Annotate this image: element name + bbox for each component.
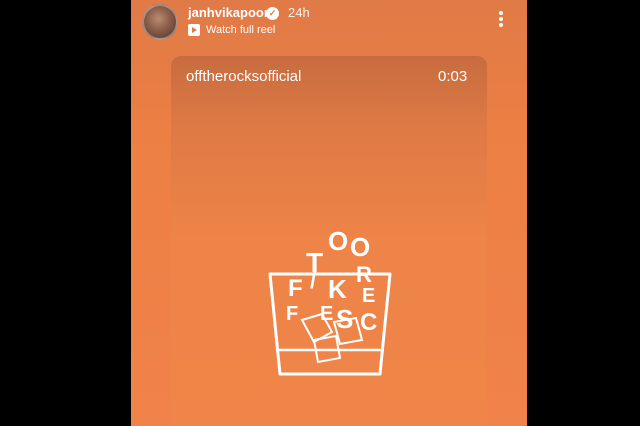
svg-text:E: E bbox=[362, 285, 375, 307]
verified-icon: ✓ bbox=[266, 7, 279, 20]
watch-full-reel-link[interactable]: Watch full reel bbox=[188, 24, 275, 36]
post-time: 24h bbox=[288, 5, 310, 20]
svg-text:F: F bbox=[286, 303, 298, 325]
svg-text:E: E bbox=[320, 303, 333, 325]
more-options-icon[interactable] bbox=[495, 10, 507, 30]
svg-text:K: K bbox=[328, 274, 347, 304]
svg-text:O: O bbox=[328, 226, 348, 256]
play-icon bbox=[188, 24, 200, 36]
svg-text:S: S bbox=[336, 304, 353, 334]
glass-logo-icon: T O O F / K R E F E S C bbox=[268, 226, 392, 376]
svg-text:R: R bbox=[356, 262, 372, 287]
svg-text:O: O bbox=[350, 232, 370, 262]
reel-account-name: offtherocksofficial bbox=[186, 68, 302, 85]
svg-text:C: C bbox=[360, 309, 377, 336]
watch-full-reel-label: Watch full reel bbox=[206, 24, 276, 36]
svg-text:F: F bbox=[288, 275, 303, 302]
avatar[interactable] bbox=[142, 4, 178, 40]
reel-timestamp: 0:03 bbox=[438, 68, 468, 85]
username[interactable]: janhvikapoor bbox=[188, 5, 269, 20]
svg-text:/: / bbox=[310, 268, 316, 293]
